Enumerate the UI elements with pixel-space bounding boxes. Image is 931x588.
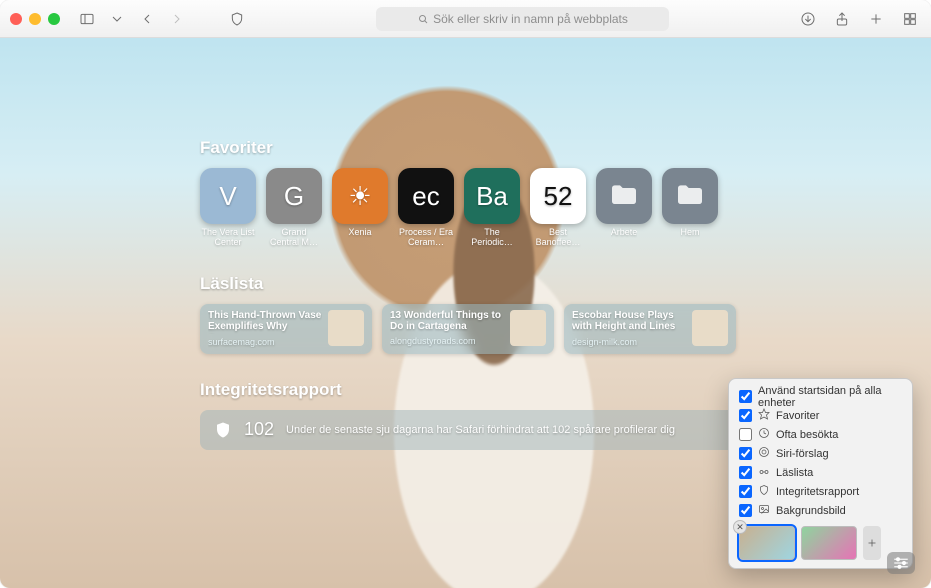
favorite-label: The Vera List Center	[200, 228, 256, 248]
readinglist-domain: alongdustyroads.com	[390, 336, 504, 346]
popover-option-label: Favoriter	[776, 410, 819, 422]
glasses-icon	[758, 465, 770, 480]
fullscreen-window-button[interactable]	[48, 13, 60, 25]
popover-option-label: Siri-förslag	[776, 448, 829, 460]
start-page-background: Favoriter V The Vera List Center G Grand Ce…	[0, 38, 931, 588]
start-page-settings-button[interactable]	[887, 552, 915, 574]
sync-start-page-row[interactable]: Använd startsidan på alla enheter	[739, 387, 902, 406]
site-icon: Ba	[464, 168, 520, 224]
popover-option-label: Ofta besökta	[776, 429, 838, 441]
privacy-shield-button[interactable]	[226, 8, 248, 30]
share-button[interactable]	[831, 8, 853, 30]
siri-icon	[758, 446, 770, 461]
favorite-item[interactable]: ec Process / Era Ceram…	[398, 168, 454, 248]
popover-option-checkbox[interactable]	[739, 409, 752, 422]
close-window-button[interactable]	[10, 13, 22, 25]
popover-option-checkbox[interactable]	[739, 485, 752, 498]
clock-icon	[758, 427, 770, 442]
popover-option-row[interactable]: Favoriter	[739, 406, 902, 425]
favorites-heading: Favoriter	[200, 138, 831, 158]
favorite-item[interactable]: 52 Best Banoffee…	[530, 168, 586, 248]
favorite-item[interactable]: ☀ Xenia	[332, 168, 388, 248]
address-placeholder: Sök eller skriv in namn på webbplats	[433, 12, 628, 26]
favorite-label: Best Banoffee…	[530, 228, 586, 248]
readinglist-thumb	[692, 310, 728, 346]
popover-option-row[interactable]: Läslista	[739, 463, 902, 482]
readinglist-card[interactable]: 13 Wonderful Things to Do in Cartagena al…	[382, 304, 554, 354]
downloads-button[interactable]	[797, 8, 819, 30]
sync-start-page-label: Använd startsidan på alla enheter	[758, 385, 902, 409]
readinglist-thumb	[510, 310, 546, 346]
popover-option-label: Integritetsrapport	[776, 486, 859, 498]
readinglist-domain: design-milk.com	[572, 337, 686, 347]
readinglist-title: This Hand-Thrown Vase Exemplifies Why Ce…	[208, 310, 322, 334]
popover-option-label: Bakgrundsbild	[776, 505, 846, 517]
popover-option-row[interactable]: Integritetsrapport	[739, 482, 902, 501]
background-clear-button[interactable]: ✕	[733, 520, 747, 534]
tab-overview-button[interactable]	[899, 8, 921, 30]
readinglist-thumb	[328, 310, 364, 346]
site-icon: ec	[398, 168, 454, 224]
site-icon: 52	[530, 168, 586, 224]
background-thumb-1[interactable]	[739, 526, 795, 560]
favorite-item[interactable]: Arbete	[596, 168, 652, 248]
minimize-window-button[interactable]	[29, 13, 41, 25]
favorite-label: Arbete	[611, 228, 638, 238]
readinglist-card[interactable]: Escobar House Plays with Height and Line…	[564, 304, 736, 354]
window-traffic-lights	[10, 13, 60, 25]
popover-option-checkbox[interactable]	[739, 466, 752, 479]
privacy-report-card[interactable]: 102 Under de senaste sju dagarna har Saf…	[200, 410, 820, 450]
favorite-label: Process / Era Ceram…	[398, 228, 454, 248]
popover-option-row[interactable]: Siri-förslag	[739, 444, 902, 463]
popover-option-checkbox[interactable]	[739, 447, 752, 460]
favorite-label: The Periodic…	[464, 228, 520, 248]
favorite-item[interactable]: V The Vera List Center	[200, 168, 256, 248]
popover-option-row[interactable]: Bakgrundsbild	[739, 501, 902, 520]
image-icon	[758, 503, 770, 518]
star-icon	[758, 408, 770, 423]
favorite-label: Xenia	[348, 228, 371, 238]
shield-icon	[758, 484, 770, 499]
favorite-label: Grand Central M…	[266, 228, 322, 248]
favorites-row: V The Vera List Center G Grand Central M… ☀ X…	[200, 168, 831, 248]
site-icon: V	[200, 168, 256, 224]
popover-option-row[interactable]: Ofta besökta	[739, 425, 902, 444]
shield-icon	[214, 421, 232, 439]
site-icon: ☀	[332, 168, 388, 224]
privacy-summary-text: Under de senaste sju dagarna har Safari …	[286, 424, 675, 436]
new-tab-button[interactable]	[865, 8, 887, 30]
site-icon: G	[266, 168, 322, 224]
popover-option-checkbox[interactable]	[739, 428, 752, 441]
readinglist-title: 13 Wonderful Things to Do in Cartagena	[390, 310, 504, 333]
background-thumbnail-row: ✕	[739, 526, 902, 560]
start-page-settings-popover: Använd startsidan på alla enheter Favori…	[728, 378, 913, 569]
toolbar: Sök eller skriv in namn på webbplats	[0, 0, 931, 38]
favorite-label: Hem	[680, 228, 699, 238]
folder-icon	[662, 168, 718, 224]
forward-button[interactable]	[166, 8, 188, 30]
favorite-item[interactable]: Ba The Periodic…	[464, 168, 520, 248]
readinglist-card[interactable]: This Hand-Thrown Vase Exemplifies Why Ce…	[200, 304, 372, 354]
popover-option-label: Läslista	[776, 467, 813, 479]
privacy-tracker-count: 102	[244, 419, 274, 440]
readinglist-heading: Läslista	[200, 274, 831, 294]
address-search-field[interactable]: Sök eller skriv in namn på webbplats	[376, 7, 669, 31]
background-thumb-2[interactable]	[801, 526, 857, 560]
folder-icon	[596, 168, 652, 224]
back-button[interactable]	[136, 8, 158, 30]
safari-window: Sök eller skriv in namn på webbplats Fav…	[0, 0, 931, 588]
tab-groups-dropdown[interactable]	[106, 8, 128, 30]
readinglist-row: This Hand-Thrown Vase Exemplifies Why Ce…	[200, 304, 831, 354]
readinglist-title: Escobar House Plays with Height and Line…	[572, 310, 686, 334]
favorite-item[interactable]: G Grand Central M…	[266, 168, 322, 248]
sync-start-page-checkbox[interactable]	[739, 390, 752, 403]
popover-option-checkbox[interactable]	[739, 504, 752, 517]
sidebar-toggle-button[interactable]	[76, 8, 98, 30]
readinglist-domain: surfacemag.com	[208, 337, 322, 347]
background-add-button[interactable]	[863, 526, 881, 560]
favorite-item[interactable]: Hem	[662, 168, 718, 248]
